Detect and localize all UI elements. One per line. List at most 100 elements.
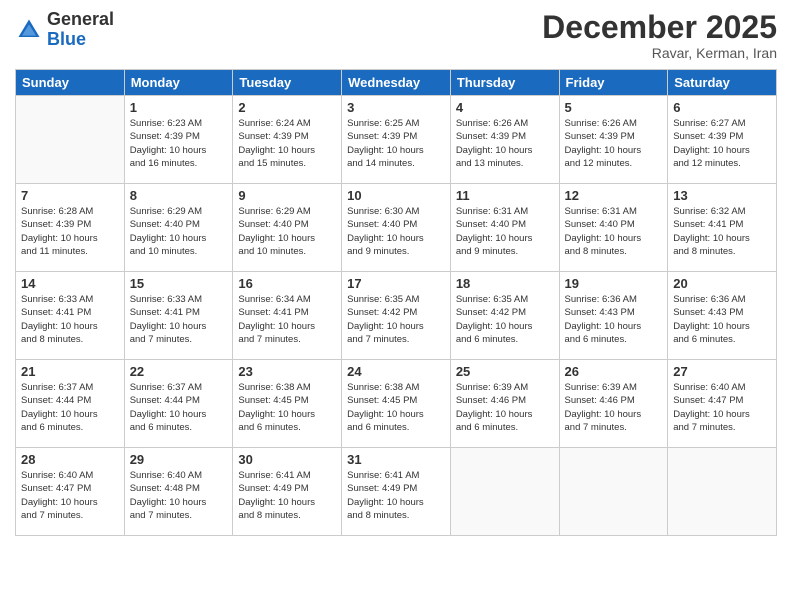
day-info: Sunrise: 6:24 AMSunset: 4:39 PMDaylight:… <box>238 117 336 170</box>
calendar-day-cell: 26 Sunrise: 6:39 AMSunset: 4:46 PMDayligh… <box>559 360 668 448</box>
day-number: 16 <box>238 276 336 291</box>
day-info: Sunrise: 6:40 AMSunset: 4:47 PMDaylight:… <box>21 469 119 522</box>
header: General Blue December 2025 Ravar, Kerman… <box>15 10 777 61</box>
day-info: Sunrise: 6:39 AMSunset: 4:46 PMDaylight:… <box>565 381 663 434</box>
day-number: 23 <box>238 364 336 379</box>
calendar-day-cell: 14 Sunrise: 6:33 AMSunset: 4:41 PMDayligh… <box>16 272 125 360</box>
calendar-day-header: Tuesday <box>233 70 342 96</box>
calendar-day-cell: 28 Sunrise: 6:40 AMSunset: 4:47 PMDayligh… <box>16 448 125 536</box>
day-number: 1 <box>130 100 228 115</box>
page: General Blue December 2025 Ravar, Kerman… <box>0 0 792 612</box>
day-number: 30 <box>238 452 336 467</box>
logo-icon <box>15 16 43 44</box>
day-number: 26 <box>565 364 663 379</box>
day-number: 20 <box>673 276 771 291</box>
day-info: Sunrise: 6:33 AMSunset: 4:41 PMDaylight:… <box>21 293 119 346</box>
day-info: Sunrise: 6:29 AMSunset: 4:40 PMDaylight:… <box>238 205 336 258</box>
logo-text: General Blue <box>47 10 114 50</box>
calendar-day-cell: 22 Sunrise: 6:37 AMSunset: 4:44 PMDayligh… <box>124 360 233 448</box>
calendar-day-cell: 13 Sunrise: 6:32 AMSunset: 4:41 PMDayligh… <box>668 184 777 272</box>
calendar-week-row: 21 Sunrise: 6:37 AMSunset: 4:44 PMDayligh… <box>16 360 777 448</box>
calendar-day-cell: 11 Sunrise: 6:31 AMSunset: 4:40 PMDayligh… <box>450 184 559 272</box>
calendar-day-cell: 21 Sunrise: 6:37 AMSunset: 4:44 PMDayligh… <box>16 360 125 448</box>
day-info: Sunrise: 6:25 AMSunset: 4:39 PMDaylight:… <box>347 117 445 170</box>
day-number: 25 <box>456 364 554 379</box>
day-info: Sunrise: 6:36 AMSunset: 4:43 PMDaylight:… <box>565 293 663 346</box>
day-number: 4 <box>456 100 554 115</box>
day-info: Sunrise: 6:28 AMSunset: 4:39 PMDaylight:… <box>21 205 119 258</box>
calendar-day-cell: 5 Sunrise: 6:26 AMSunset: 4:39 PMDaylight… <box>559 96 668 184</box>
day-info: Sunrise: 6:31 AMSunset: 4:40 PMDaylight:… <box>456 205 554 258</box>
day-number: 14 <box>21 276 119 291</box>
calendar-day-cell: 12Sunrise: 6:31 AMSunset: 4:40 PMDayligh… <box>559 184 668 272</box>
calendar-week-row: 7 Sunrise: 6:28 AMSunset: 4:39 PMDaylight… <box>16 184 777 272</box>
day-info: Sunrise: 6:36 AMSunset: 4:43 PMDaylight:… <box>673 293 771 346</box>
day-info: Sunrise: 6:35 AMSunset: 4:42 PMDaylight:… <box>347 293 445 346</box>
calendar-day-cell: 1Sunrise: 6:23 AMSunset: 4:39 PMDaylight… <box>124 96 233 184</box>
calendar-header-row: SundayMondayTuesdayWednesdayThursdayFrid… <box>16 70 777 96</box>
calendar-day-cell: 31Sunrise: 6:41 AMSunset: 4:49 PMDayligh… <box>342 448 451 536</box>
day-number: 22 <box>130 364 228 379</box>
day-info: Sunrise: 6:29 AMSunset: 4:40 PMDaylight:… <box>130 205 228 258</box>
calendar-day-cell: 27Sunrise: 6:40 AMSunset: 4:47 PMDayligh… <box>668 360 777 448</box>
calendar-week-row: 1Sunrise: 6:23 AMSunset: 4:39 PMDaylight… <box>16 96 777 184</box>
day-info: Sunrise: 6:37 AMSunset: 4:44 PMDaylight:… <box>130 381 228 434</box>
day-info: Sunrise: 6:35 AMSunset: 4:42 PMDaylight:… <box>456 293 554 346</box>
calendar-day-cell <box>559 448 668 536</box>
day-info: Sunrise: 6:33 AMSunset: 4:41 PMDaylight:… <box>130 293 228 346</box>
calendar-day-cell: 19 Sunrise: 6:36 AMSunset: 4:43 PMDayligh… <box>559 272 668 360</box>
calendar-day-cell <box>16 96 125 184</box>
day-info: Sunrise: 6:37 AMSunset: 4:44 PMDaylight:… <box>21 381 119 434</box>
day-number: 2 <box>238 100 336 115</box>
calendar-day-cell: 4 Sunrise: 6:26 AMSunset: 4:39 PMDaylight… <box>450 96 559 184</box>
day-number: 10 <box>347 188 445 203</box>
calendar-day-cell: 30 Sunrise: 6:41 AMSunset: 4:49 PMDayligh… <box>233 448 342 536</box>
calendar-day-cell: 9 Sunrise: 6:29 AMSunset: 4:40 PMDaylight… <box>233 184 342 272</box>
day-number: 9 <box>238 188 336 203</box>
calendar-day-header: Monday <box>124 70 233 96</box>
calendar-day-cell: 15 Sunrise: 6:33 AMSunset: 4:41 PMDayligh… <box>124 272 233 360</box>
calendar-day-header: Friday <box>559 70 668 96</box>
calendar-week-row: 28 Sunrise: 6:40 AMSunset: 4:47 PMDayligh… <box>16 448 777 536</box>
calendar-day-cell: 3 Sunrise: 6:25 AMSunset: 4:39 PMDaylight… <box>342 96 451 184</box>
day-number: 21 <box>21 364 119 379</box>
day-number: 19 <box>565 276 663 291</box>
day-info: Sunrise: 6:32 AMSunset: 4:41 PMDaylight:… <box>673 205 771 258</box>
calendar-table: SundayMondayTuesdayWednesdayThursdayFrid… <box>15 69 777 536</box>
day-number: 12 <box>565 188 663 203</box>
day-number: 3 <box>347 100 445 115</box>
day-number: 7 <box>21 188 119 203</box>
day-info: Sunrise: 6:26 AMSunset: 4:39 PMDaylight:… <box>565 117 663 170</box>
day-info: Sunrise: 6:39 AMSunset: 4:46 PMDaylight:… <box>456 381 554 434</box>
calendar-day-cell: 23 Sunrise: 6:38 AMSunset: 4:45 PMDayligh… <box>233 360 342 448</box>
day-info: Sunrise: 6:27 AMSunset: 4:39 PMDaylight:… <box>673 117 771 170</box>
day-number: 24 <box>347 364 445 379</box>
calendar-day-cell <box>450 448 559 536</box>
calendar-day-cell: 29Sunrise: 6:40 AMSunset: 4:48 PMDayligh… <box>124 448 233 536</box>
calendar-day-cell: 10Sunrise: 6:30 AMSunset: 4:40 PMDayligh… <box>342 184 451 272</box>
day-number: 6 <box>673 100 771 115</box>
calendar-day-header: Saturday <box>668 70 777 96</box>
day-info: Sunrise: 6:38 AMSunset: 4:45 PMDaylight:… <box>238 381 336 434</box>
location-subtitle: Ravar, Kerman, Iran <box>542 45 777 61</box>
calendar-day-cell: 25 Sunrise: 6:39 AMSunset: 4:46 PMDayligh… <box>450 360 559 448</box>
day-info: Sunrise: 6:26 AMSunset: 4:39 PMDaylight:… <box>456 117 554 170</box>
day-number: 13 <box>673 188 771 203</box>
day-number: 31 <box>347 452 445 467</box>
calendar-day-cell: 8 Sunrise: 6:29 AMSunset: 4:40 PMDaylight… <box>124 184 233 272</box>
day-number: 8 <box>130 188 228 203</box>
day-info: Sunrise: 6:41 AMSunset: 4:49 PMDaylight:… <box>238 469 336 522</box>
calendar-day-cell: 2 Sunrise: 6:24 AMSunset: 4:39 PMDaylight… <box>233 96 342 184</box>
calendar-day-cell: 17Sunrise: 6:35 AMSunset: 4:42 PMDayligh… <box>342 272 451 360</box>
title-block: December 2025 Ravar, Kerman, Iran <box>542 10 777 61</box>
calendar-day-cell: 16Sunrise: 6:34 AMSunset: 4:41 PMDayligh… <box>233 272 342 360</box>
day-number: 5 <box>565 100 663 115</box>
calendar-day-cell: 24Sunrise: 6:38 AMSunset: 4:45 PMDayligh… <box>342 360 451 448</box>
day-number: 11 <box>456 188 554 203</box>
day-number: 28 <box>21 452 119 467</box>
day-info: Sunrise: 6:40 AMSunset: 4:48 PMDaylight:… <box>130 469 228 522</box>
day-number: 15 <box>130 276 228 291</box>
calendar-day-cell: 20 Sunrise: 6:36 AMSunset: 4:43 PMDayligh… <box>668 272 777 360</box>
day-number: 27 <box>673 364 771 379</box>
calendar-day-header: Sunday <box>16 70 125 96</box>
